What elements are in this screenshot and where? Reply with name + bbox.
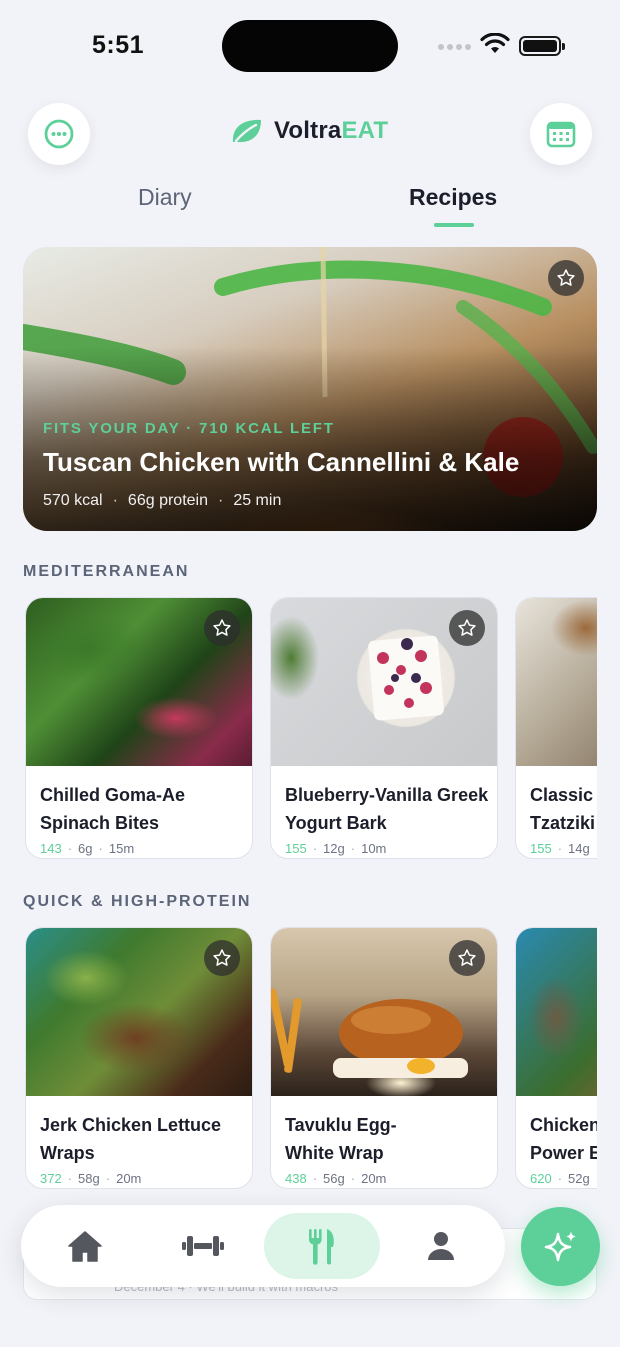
more-options-button[interactable]	[28, 103, 90, 165]
bottom-navigation	[21, 1205, 505, 1287]
tab-diary[interactable]: Diary	[138, 184, 192, 211]
battery-icon	[519, 36, 565, 56]
hero-title: Tuscan Chicken with Cannellini & Kale	[43, 447, 520, 477]
recipe-title: Blueberry-Vanilla Greek Yogurt Bark	[285, 785, 489, 833]
dumbbell-icon	[182, 1236, 224, 1256]
favorite-star-button[interactable]	[449, 940, 485, 976]
star-icon	[458, 949, 476, 966]
dynamic-island	[222, 20, 398, 72]
nav-profile[interactable]	[383, 1213, 499, 1279]
recipe-row-mediterranean[interactable]: Chilled Goma-Ae Spinach Bites 143 · 6g · 1…	[23, 597, 597, 859]
recipe-title: Chilled Goma-Ae Spinach Bites	[40, 785, 186, 833]
recipe-card[interactable]: Blueberry-Vanilla Greek Yogurt Bark 155 ·…	[270, 597, 498, 859]
recipe-title: Jerk Chicken Lettuce Wraps	[40, 1115, 222, 1163]
featured-recipe-card[interactable]: FITS YOUR DAY · 710 KCAL LEFT Tuscan Chi…	[23, 247, 597, 531]
tab-recipes[interactable]: Recipes	[409, 184, 497, 211]
recipe-meta: 143 · 6g · 15m	[40, 841, 135, 856]
section-title-quick-high-protein: QUICK & HIGH-PROTEIN	[23, 893, 252, 910]
hero-protein: 66g protein	[127, 492, 208, 509]
recipe-meta: 372 · 58g · 20m	[40, 1171, 142, 1186]
recipe-card[interactable]: Chicken Power B 620 · 52g	[515, 927, 597, 1189]
hero-time: 25 min	[233, 492, 282, 509]
nav-workout[interactable]	[145, 1213, 261, 1279]
favorite-star-button[interactable]	[548, 260, 584, 296]
recipe-title: Chicken Power B	[530, 1115, 597, 1163]
ellipsis-circle-icon	[44, 119, 74, 149]
favorite-star-button[interactable]	[204, 940, 240, 976]
home-icon	[68, 1231, 102, 1262]
wifi-icon	[480, 33, 510, 53]
favorite-star-button[interactable]	[204, 610, 240, 646]
nav-home[interactable]	[27, 1213, 143, 1279]
person-icon	[428, 1232, 454, 1260]
hero-meta: 570 kcal · 66g protein · 25 min	[43, 492, 282, 509]
recipe-title: Tavuklu Egg-White Wrap	[285, 1115, 397, 1163]
hero-kcal: 570 kcal	[43, 492, 103, 509]
leaf-icon	[232, 119, 261, 143]
section-title-mediterranean: MEDITERRANEAN	[23, 563, 190, 580]
status-time: 5:51	[92, 31, 145, 59]
recipe-card[interactable]: Tavuklu Egg-White Wrap 438 · 56g · 20m	[270, 927, 498, 1189]
ai-sparkle-button[interactable]	[521, 1207, 600, 1286]
recipe-image	[516, 928, 597, 1096]
recipe-title: Classic Tzatziki	[530, 785, 596, 833]
fork-knife-icon	[309, 1229, 334, 1265]
recipe-card[interactable]: Classic Tzatziki 155 · 14g	[515, 597, 597, 859]
star-icon	[557, 269, 575, 286]
star-icon	[458, 619, 476, 636]
recipe-meta: 155 · 12g · 10m	[285, 841, 387, 856]
recipe-meta: 438 · 56g · 20m	[285, 1171, 387, 1186]
app-logo: VoltraEAT	[230, 116, 388, 146]
favorite-star-button[interactable]	[449, 610, 485, 646]
recipe-card[interactable]: Chilled Goma-Ae Spinach Bites 143 · 6g · 1…	[25, 597, 253, 859]
recipe-image	[516, 598, 597, 766]
recipe-meta: 155 · 14g	[530, 841, 590, 856]
calendar-icon	[546, 121, 576, 148]
star-icon	[213, 619, 231, 636]
recipe-card[interactable]: Jerk Chicken Lettuce Wraps 372 · 58g · 20m	[25, 927, 253, 1189]
calendar-button[interactable]	[530, 103, 592, 165]
active-tab-indicator	[434, 223, 474, 227]
app-name: VoltraEAT	[274, 117, 389, 144]
status-bar: 5:51	[0, 0, 620, 92]
sparkle-icon	[544, 1230, 576, 1261]
recipe-row-quick-high-protein[interactable]: Jerk Chicken Lettuce Wraps 372 · 58g · 20m…	[23, 927, 597, 1189]
star-icon	[213, 949, 231, 966]
cellular-signal-icon	[438, 44, 471, 50]
hero-kicker: FITS YOUR DAY · 710 KCAL LEFT	[43, 420, 335, 437]
recipe-meta: 620 · 52g	[530, 1171, 590, 1186]
nav-recipes[interactable]	[264, 1213, 380, 1279]
